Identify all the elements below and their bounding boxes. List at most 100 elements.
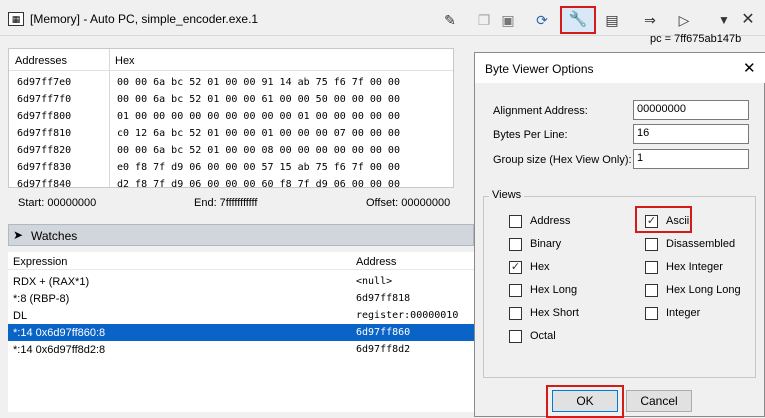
dialog-close-icon[interactable]: ✕ (743, 59, 756, 77)
snapshot-icon[interactable]: ▤ (600, 8, 624, 32)
ascii-checkbox[interactable]: ✓ Ascii (645, 215, 765, 231)
hex-long-label: Hex Long (530, 284, 578, 296)
wrench-icon[interactable]: 🔧 (560, 6, 596, 34)
integer-checkbox[interactable]: Integer (645, 307, 765, 323)
row-address: 6d97ff810 (17, 128, 72, 139)
disassembled-label: Disassembled (666, 238, 736, 250)
status-bar: Start: 00000000 End: 7fffffffffff Offset… (8, 194, 474, 212)
watch-address: <null> (356, 276, 393, 287)
expression-column-header[interactable]: Expression (13, 256, 67, 268)
disassembled-checkbox[interactable]: Disassembled (645, 238, 765, 254)
watch-row[interactable]: *:8 (RBP-8) 6d97ff818 (8, 290, 474, 307)
watches-table[interactable]: Expression Address RDX + (RAX*1) <null> … (8, 252, 474, 412)
checkbox-box (509, 215, 522, 228)
window-title: [Memory] - Auto PC, simple_encoder.exe.1 (30, 12, 259, 26)
checkbox-box (509, 284, 522, 297)
memory-header: Addresses Hex (9, 49, 453, 71)
memory-row[interactable]: 6d97ff7f0 00 00 6a bc 52 01 00 00 61 00 … (9, 92, 453, 109)
checkbox-box (509, 307, 522, 320)
hex-integer-checkbox[interactable]: Hex Integer (645, 261, 765, 277)
row-address: 6d97ff830 (17, 162, 72, 173)
dialog-title: Byte Viewer Options (485, 62, 594, 76)
octal-checkbox[interactable]: Octal (509, 330, 629, 346)
row-hex: d2 f8 7f d9 06 00 00 00 60 f8 7f d9 06 0… (117, 179, 400, 188)
binary-label: Binary (530, 238, 562, 250)
group-size-input[interactable]: 1 (633, 149, 749, 169)
hex-long-checkbox[interactable]: Hex Long (509, 284, 629, 300)
app-icon: ▦ (8, 12, 24, 26)
goto-arrow-icon[interactable]: ⇒ (638, 8, 662, 32)
edit-icon[interactable]: ✎ (438, 8, 462, 32)
group-size-label: Group size (Hex View Only): (493, 154, 632, 166)
binary-checkbox[interactable]: Binary (509, 238, 629, 254)
checkbox-box (509, 238, 522, 251)
ascii-label: Ascii (666, 215, 690, 227)
row-hex: 00 00 6a bc 52 01 00 00 08 00 00 00 00 0… (117, 145, 400, 156)
copy-icon[interactable]: ❐ (472, 8, 496, 32)
bytes-per-line-input[interactable]: 16 (633, 124, 749, 144)
close-icon[interactable]: ✕ (736, 8, 760, 32)
dialog-title-bar: Byte Viewer Options ✕ (475, 53, 765, 83)
address-column-header[interactable]: Address (356, 256, 396, 268)
integer-label: Integer (666, 307, 701, 319)
paste-icon[interactable]: ▣ (496, 8, 520, 32)
watch-address: 6d97ff818 (356, 293, 411, 304)
watch-expression: *:14 0x6d97ff8d2:8 (13, 344, 106, 356)
watches-header[interactable]: ➤ Watches (8, 224, 474, 246)
row-address: 6d97ff7f0 (17, 94, 72, 105)
memory-row[interactable]: 6d97ff830 e0 f8 7f d9 06 00 00 00 57 15 … (9, 160, 453, 177)
watch-row-selected[interactable]: *:14 0x6d97ff860:8 6d97ff860 (8, 324, 474, 341)
watch-expression: *:8 (RBP-8) (13, 293, 70, 305)
watch-row[interactable]: *:14 0x6d97ff8d2:8 6d97ff8d2 (8, 341, 474, 358)
watch-address: 6d97ff8d2 (356, 344, 411, 355)
memory-row[interactable]: 6d97ff800 01 00 00 00 00 00 00 00 00 00 … (9, 109, 453, 126)
alignment-address-label: Alignment Address: (493, 105, 588, 117)
ok-button[interactable]: OK (552, 390, 618, 412)
memory-row[interactable]: 6d97ff7e0 00 00 6a bc 52 01 00 00 91 14 … (9, 75, 453, 92)
end-address: End: 7fffffffffff (194, 197, 258, 209)
row-hex: 00 00 6a bc 52 01 00 00 61 00 00 50 00 0… (117, 94, 400, 105)
memory-row[interactable]: 6d97ff810 c0 12 6a bc 52 01 00 00 01 00 … (9, 126, 453, 143)
hex-long-long-label: Hex Long Long (666, 284, 741, 296)
checkmark-icon: ✓ (509, 261, 522, 274)
address-label: Address (530, 215, 571, 227)
hex-integer-label: Hex Integer (666, 261, 723, 273)
row-address: 6d97ff800 (17, 111, 72, 122)
watches-title: Watches (31, 229, 78, 243)
watch-expression: *:14 0x6d97ff860:8 (13, 327, 106, 339)
hex-label: Hex (530, 261, 550, 273)
cursor-icon[interactable]: ▷ (672, 8, 696, 32)
hex-short-label: Hex Short (530, 307, 579, 319)
hex-column-header[interactable]: Hex (115, 55, 135, 67)
row-hex: 00 00 6a bc 52 01 00 00 91 14 ab 75 f6 7… (117, 77, 400, 88)
bytes-per-line-label: Bytes Per Line: (493, 129, 568, 141)
hex-long-long-checkbox[interactable]: Hex Long Long (645, 284, 765, 300)
refresh-icon[interactable]: ⟳ (530, 8, 554, 32)
row-address: 6d97ff820 (17, 145, 72, 156)
row-hex: e0 f8 7f d9 06 00 00 00 57 15 ab 75 f6 7… (117, 162, 400, 173)
watches-icon: ➤ (13, 228, 24, 242)
alignment-address-input[interactable]: 00000000 (633, 100, 749, 120)
checkbox-box (645, 238, 658, 251)
watch-address: 6d97ff860 (356, 327, 411, 338)
views-legend: Views (489, 189, 525, 201)
memory-row[interactable]: 6d97ff820 00 00 6a bc 52 01 00 00 08 00 … (9, 143, 453, 160)
row-address: 6d97ff7e0 (17, 77, 72, 88)
hex-short-checkbox[interactable]: Hex Short (509, 307, 629, 323)
address-checkbox[interactable]: Address (509, 215, 629, 231)
offset-value: Offset: 00000000 (366, 197, 451, 209)
checkbox-box (509, 330, 522, 343)
memory-table[interactable]: Addresses Hex 6d97ff7e0 00 00 6a bc 52 0… (8, 48, 454, 188)
checkbox-box (645, 284, 658, 297)
hex-checkbox[interactable]: ✓ Hex (509, 261, 629, 277)
watch-row[interactable]: RDX + (RAX*1) <null> (8, 273, 474, 290)
watch-row[interactable]: DL register:00000010 (8, 307, 474, 324)
cancel-button[interactable]: Cancel (626, 390, 692, 412)
watches-column-header: Expression Address (8, 252, 474, 270)
memory-row[interactable]: 6d97ff840 d2 f8 7f d9 06 00 00 00 60 f8 … (9, 177, 453, 188)
menu-down-icon[interactable]: ▼ (712, 8, 736, 32)
checkbox-box (645, 307, 658, 320)
watch-address: register:00000010 (356, 310, 459, 321)
row-hex: 01 00 00 00 00 00 00 00 00 00 01 00 00 0… (117, 111, 400, 122)
addresses-column-header[interactable]: Addresses (15, 55, 67, 67)
